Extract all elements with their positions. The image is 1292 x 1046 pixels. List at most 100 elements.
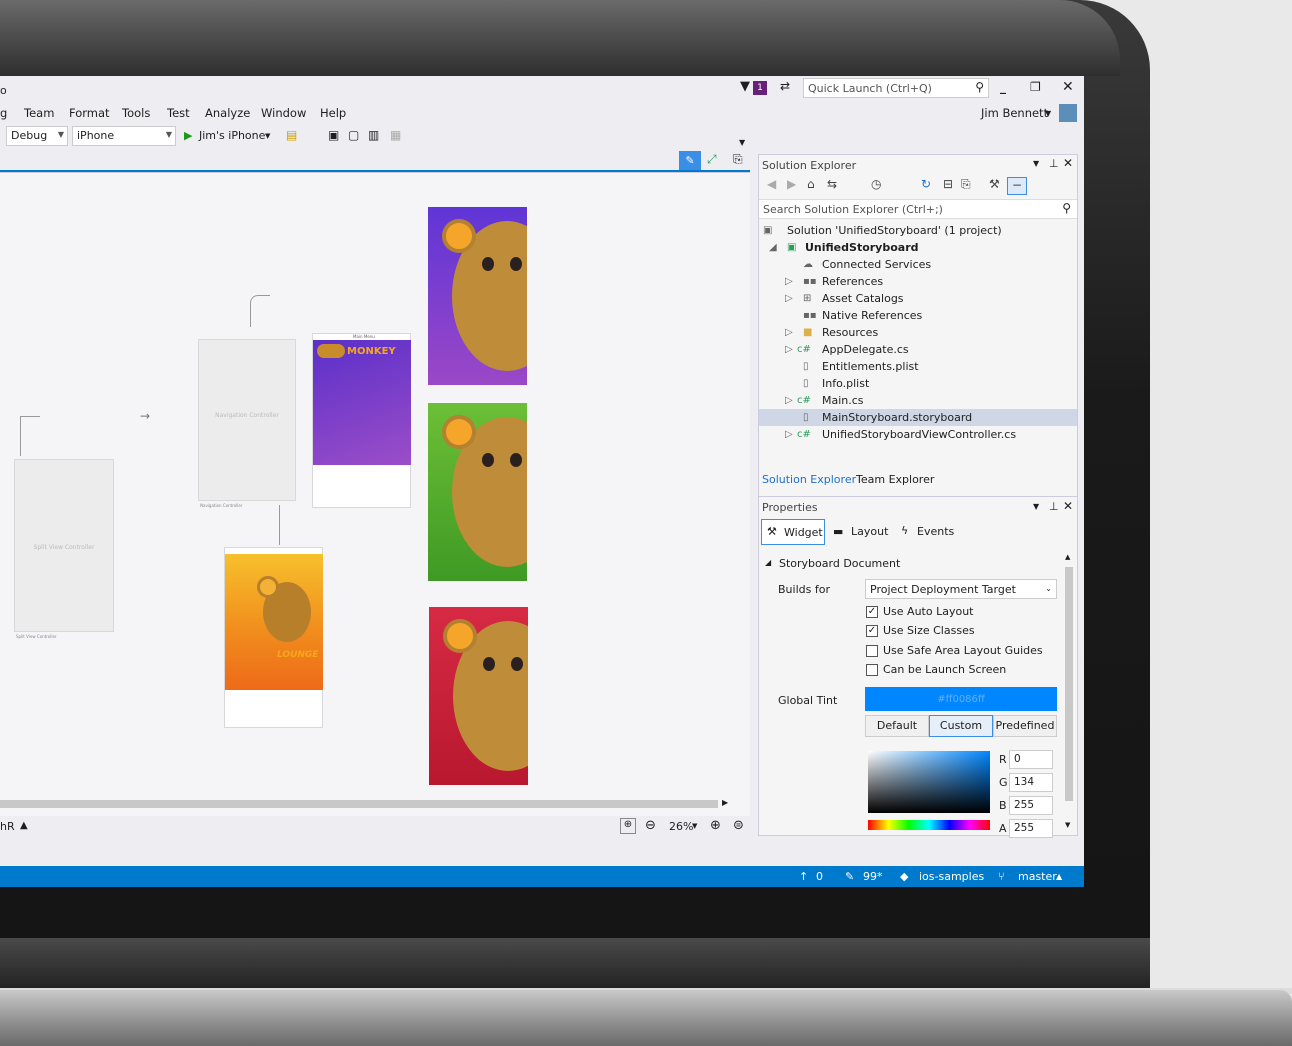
menu-tools[interactable]: Tools: [122, 106, 150, 120]
toolbar-icon-4[interactable]: ▥: [368, 128, 379, 142]
tree-resources[interactable]: ▷ ■ Resources: [759, 324, 1077, 341]
tree-connected-services[interactable]: ☁ Connected Services: [759, 256, 1077, 273]
auto-layout-checkbox[interactable]: ✓: [866, 606, 878, 618]
edit-icon[interactable]: ✎: [679, 151, 701, 170]
menu-window[interactable]: Window: [261, 106, 306, 120]
menu-test[interactable]: Test: [167, 106, 190, 120]
zoom-fit-icon[interactable]: ⊕: [620, 818, 636, 834]
tab-dropdown-icon[interactable]: ▼: [739, 138, 745, 147]
preview-icon[interactable]: ⎘: [733, 152, 743, 167]
tree-entitlements[interactable]: ▯ Entitlements.plist: [759, 358, 1077, 375]
branch-menu-icon[interactable]: ▲: [1056, 872, 1062, 881]
pending-push-count[interactable]: 0: [816, 870, 823, 883]
constraints-icon[interactable]: ⤢: [707, 152, 717, 167]
toolbar-icon-1[interactable]: ▤: [286, 128, 297, 142]
feedback-icon[interactable]: ⇄: [780, 79, 790, 93]
tint-predefined-button[interactable]: Predefined: [993, 715, 1057, 737]
tab-events[interactable]: Events: [917, 525, 954, 538]
main-menu-scene[interactable]: Main Menu MONKEY: [312, 333, 411, 508]
color-picker-gradient[interactable]: [868, 751, 990, 813]
scroll-up-icon[interactable]: ▲: [1065, 553, 1070, 561]
home-icon[interactable]: ⌂: [807, 177, 815, 191]
run-icon[interactable]: ▶: [184, 129, 192, 142]
tree-main-cs[interactable]: ▷ c# Main.cs: [759, 392, 1077, 409]
tab-widget[interactable]: ⚒ Widget: [761, 519, 825, 545]
toolbar-icon-2[interactable]: ▣: [328, 128, 339, 142]
avatar[interactable]: [1059, 104, 1077, 122]
g-channel-input[interactable]: 134: [1009, 773, 1053, 792]
copy-icon[interactable]: ⎘: [961, 177, 971, 192]
tree-native-references[interactable]: ▪▪ Native References: [759, 307, 1077, 324]
navigation-controller-scene[interactable]: Navigation Controller: [198, 339, 296, 501]
panel-menu-icon[interactable]: ▼: [1033, 159, 1039, 168]
repo-name[interactable]: ios-samples: [919, 870, 984, 883]
hue-slider[interactable]: [868, 820, 990, 830]
panel-menu-icon[interactable]: ▼: [1033, 502, 1039, 511]
close-button[interactable]: ✕: [1062, 79, 1074, 95]
tree-project[interactable]: ◢ ▣ UnifiedStoryboard: [759, 239, 1077, 256]
size-class-label[interactable]: hR: [0, 820, 15, 833]
global-tint-swatch[interactable]: #ff0086ff: [865, 687, 1057, 711]
b-channel-input[interactable]: 255: [1009, 796, 1053, 815]
toolbar-icon-3[interactable]: ▢: [348, 128, 359, 142]
purple-monkey-scene[interactable]: [428, 207, 527, 385]
zoom-reset-icon[interactable]: ⊜: [733, 818, 744, 833]
history-icon[interactable]: ◷: [871, 177, 881, 191]
launch-screen-checkbox[interactable]: [866, 664, 878, 676]
tab-layout[interactable]: Layout: [851, 525, 888, 538]
red-monkey-scene[interactable]: [429, 607, 528, 785]
platform-select[interactable]: iPhone ▼: [72, 126, 176, 146]
branch-name[interactable]: master: [1018, 870, 1057, 883]
zoom-level[interactable]: 26%: [669, 820, 693, 833]
toolbar-icon-5[interactable]: ▦: [390, 128, 401, 142]
run-target-dropdown-icon[interactable]: ▼: [265, 132, 270, 140]
tree-references[interactable]: ▷ ▪▪ References: [759, 273, 1077, 290]
panel-close-icon[interactable]: ✕: [1063, 499, 1073, 513]
user-dropdown-icon[interactable]: ▼: [1045, 109, 1051, 118]
notification-badge[interactable]: 1: [753, 81, 767, 95]
user-name[interactable]: Jim Bennett: [981, 106, 1048, 120]
zoom-dropdown-icon[interactable]: ▼: [692, 822, 697, 830]
menu-team[interactable]: Team: [24, 106, 54, 120]
menu-help[interactable]: Help: [320, 106, 346, 120]
quick-launch-box[interactable]: Quick Launch (Ctrl+Q) ⚲: [803, 78, 989, 98]
builds-for-select[interactable]: Project Deployment Target ⌄: [865, 579, 1057, 599]
panel-close-icon[interactable]: ✕: [1063, 156, 1073, 170]
scroll-down-icon[interactable]: ▼: [1065, 821, 1070, 829]
pin-icon[interactable]: ⊥: [1049, 157, 1059, 170]
orange-scene[interactable]: LOUNGE: [224, 547, 323, 728]
tab-solution-explorer[interactable]: Solution Explorer: [762, 473, 856, 486]
tree-solution[interactable]: ▣ Solution 'UnifiedStoryboard' (1 project…: [759, 222, 1077, 239]
scroll-right-icon[interactable]: ▶: [722, 798, 728, 807]
forward-icon[interactable]: ▶: [787, 177, 796, 191]
filter-icon[interactable]: ▼: [740, 79, 750, 94]
zoom-in-icon[interactable]: ⊕: [710, 818, 721, 833]
preview-toggle-icon[interactable]: −: [1007, 177, 1027, 195]
size-classes-checkbox[interactable]: ✓: [866, 625, 878, 637]
menu-debug-fragment[interactable]: g: [0, 106, 7, 120]
tint-custom-button[interactable]: Custom: [929, 715, 993, 737]
tree-appdelegate[interactable]: ▷ c# AppDelegate.cs: [759, 341, 1077, 358]
horizontal-scrollbar[interactable]: [0, 800, 718, 808]
section-expand-icon[interactable]: ◢: [765, 558, 771, 567]
pending-changes-count[interactable]: 99*: [863, 870, 883, 883]
storyboard-canvas[interactable]: Split View Controller Split View Control…: [0, 172, 750, 836]
refresh-icon[interactable]: ↻: [921, 177, 931, 191]
tree-main-storyboard[interactable]: ▯ MainStoryboard.storyboard: [759, 409, 1077, 426]
back-icon[interactable]: ◀: [767, 177, 776, 191]
run-target[interactable]: Jim's iPhone: [199, 129, 265, 142]
menu-format[interactable]: Format: [69, 106, 110, 120]
a-channel-input[interactable]: 255: [1009, 819, 1053, 838]
collapse-icon[interactable]: ⊟: [943, 177, 953, 191]
solution-search-box[interactable]: Search Solution Explorer (Ctrl+;) ⚲: [759, 199, 1077, 219]
minimize-button[interactable]: _: [1000, 80, 1006, 94]
split-view-scene[interactable]: Split View Controller: [14, 459, 114, 632]
size-class-toggle-icon[interactable]: ▲: [20, 820, 28, 831]
wrench-icon[interactable]: ⚒: [989, 177, 1000, 191]
tree-viewcontroller[interactable]: ▷ c# UnifiedStoryboardViewController.cs: [759, 426, 1077, 443]
tree-asset-catalogs[interactable]: ▷ ⊞ Asset Catalogs: [759, 290, 1077, 307]
zoom-out-icon[interactable]: ⊖: [645, 818, 656, 833]
properties-scrollbar[interactable]: [1065, 567, 1073, 801]
r-channel-input[interactable]: 0: [1009, 750, 1053, 769]
pin-icon[interactable]: ⊥: [1049, 500, 1059, 513]
